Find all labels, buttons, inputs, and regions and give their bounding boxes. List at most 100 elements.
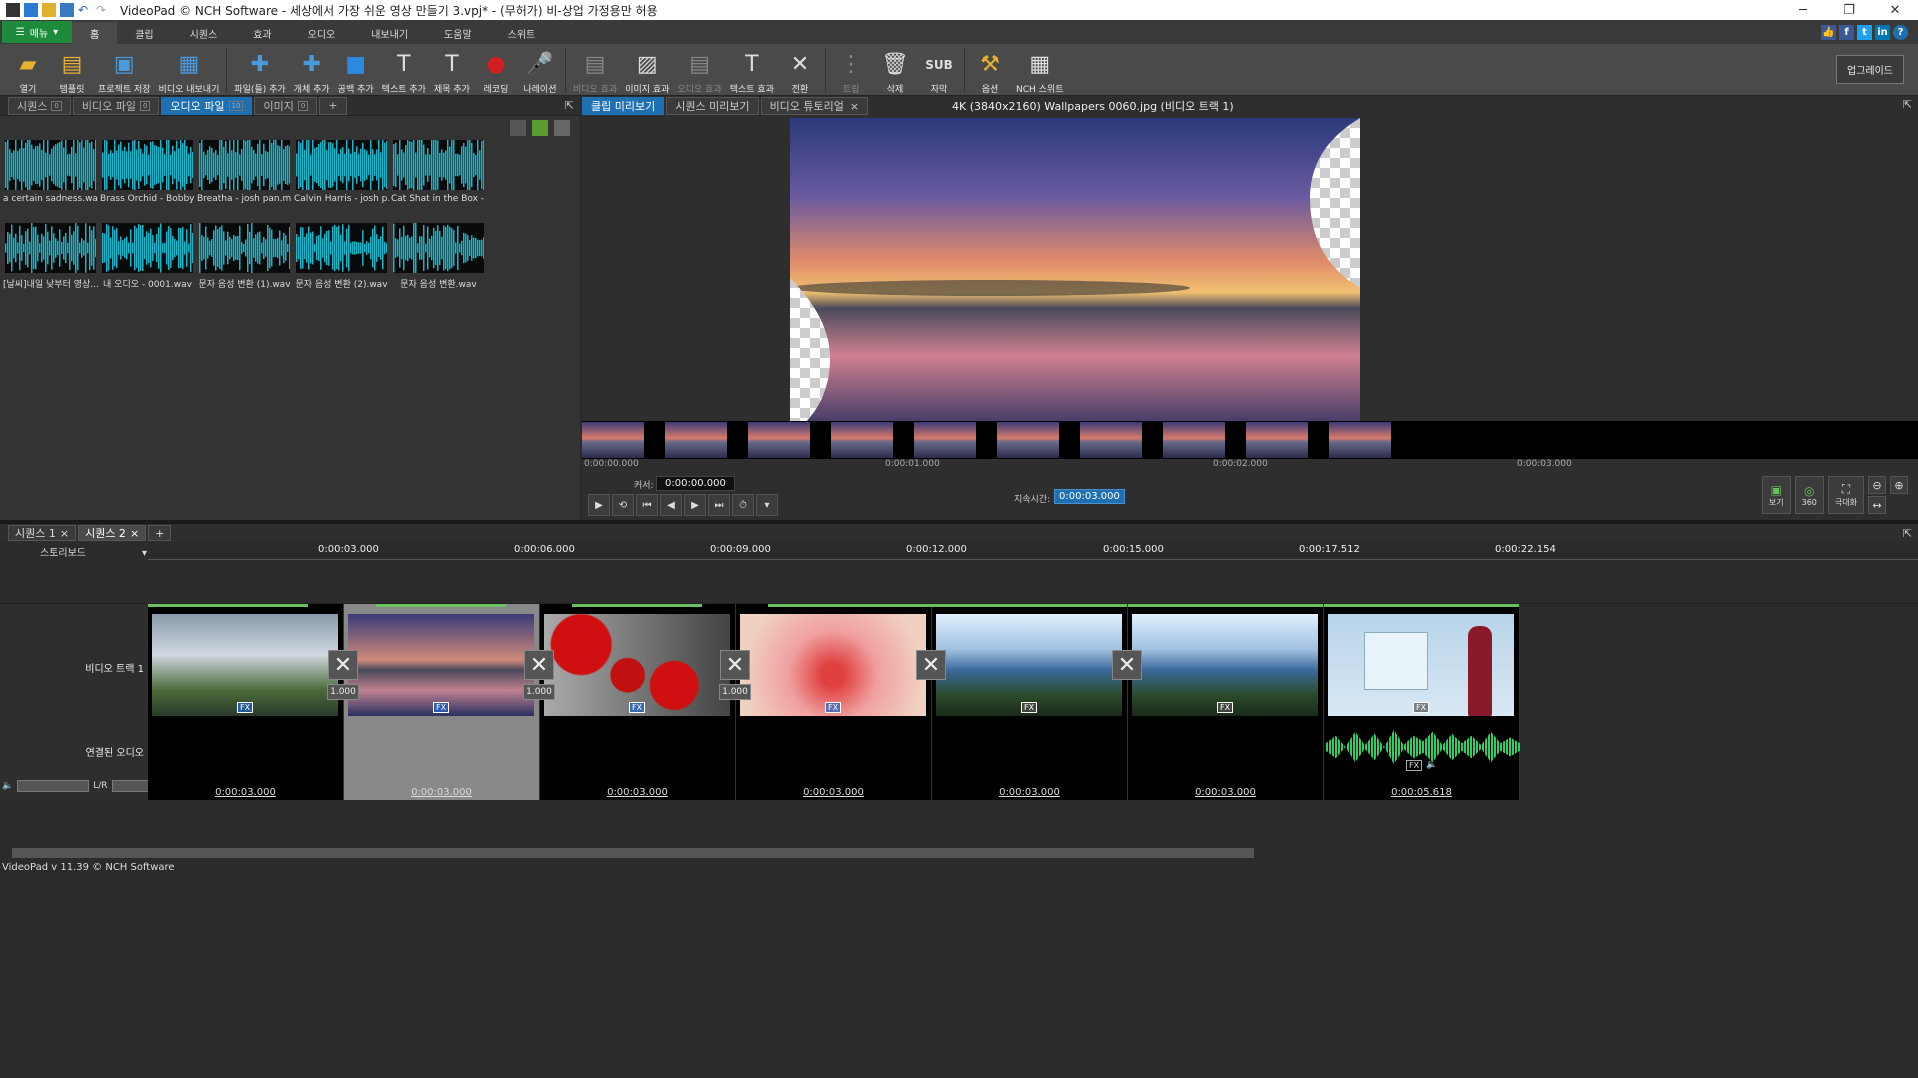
add-object-button[interactable]: ✚ 개체 추가 <box>290 45 334 95</box>
audio-effects-button[interactable]: ▤ 오디오 효과 <box>673 45 725 95</box>
tab-video-files[interactable]: 비디오 파일 0 <box>72 96 160 115</box>
clip-duration[interactable]: 0:00:03.000 <box>344 787 539 798</box>
upgrade-button[interactable]: 업그레이드 <box>1836 55 1904 84</box>
tab-audio-files[interactable]: 오디오 파일 10 <box>161 96 253 115</box>
linkedin-icon[interactable]: in <box>1875 24 1890 40</box>
timeline-scrollbar[interactable] <box>0 846 1918 860</box>
transition-duration[interactable]: 1.000 <box>719 684 751 700</box>
tab-help[interactable]: 도움말 <box>426 22 490 44</box>
skip-end-icon[interactable]: ⏭ <box>708 494 730 516</box>
preview-ruler[interactable]: 0:00:00.000 0:00:01.000 0:00:02.000 0:00… <box>582 459 1918 471</box>
overlay-track[interactable] <box>0 560 1918 604</box>
record-button[interactable]: ● 레코딩 <box>474 45 518 95</box>
add-title-button[interactable]: T 제목 추가 <box>430 45 474 95</box>
delete-button[interactable]: 🗑 삭제 <box>873 45 917 95</box>
list-view-icon[interactable] <box>554 120 570 136</box>
tab-home[interactable]: 홈 <box>72 22 118 44</box>
close-icon[interactable]: × <box>130 527 139 540</box>
tab-clip[interactable]: 클립 <box>117 22 171 44</box>
balance-slider[interactable] <box>111 780 150 792</box>
close-icon[interactable]: × <box>60 527 69 540</box>
text-effects-button[interactable]: T 텍스트 효과 <box>726 45 778 95</box>
subtitle-button[interactable]: SUB 자막 <box>917 45 961 95</box>
bin-clip[interactable]: Calvin Harris - josh p... <box>293 140 390 217</box>
zoom-out-icon[interactable]: ⊖ <box>1868 476 1886 494</box>
fx-badge[interactable]: FX <box>237 702 254 713</box>
save-icon[interactable] <box>60 3 74 17</box>
trim-button[interactable]: ⋮ 트림 <box>829 45 873 95</box>
close-button[interactable]: ✕ <box>1872 3 1918 18</box>
clip-duration[interactable]: 0:00:03.000 <box>932 787 1127 798</box>
timeline-clip[interactable]: FX 0:00:03.000 <box>736 604 932 800</box>
clip-duration[interactable]: 0:00:03.000 <box>148 787 343 798</box>
bin-clip[interactable]: 문자 음성 변환.wav <box>390 223 487 300</box>
tab-audio[interactable]: 오디오 <box>290 22 354 44</box>
skip-start-icon[interactable]: ⏮ <box>636 494 658 516</box>
timeline-clip[interactable]: FX 0:00:03.000 <box>540 604 736 800</box>
linked-audio-waveform[interactable] <box>1326 729 1520 765</box>
narration-button[interactable]: 🎤 나레이션 <box>518 45 562 95</box>
tab-sequences[interactable]: 시퀀스 0 <box>8 96 71 115</box>
transition-icon[interactable]: ✕ <box>1112 650 1142 680</box>
fx-badge[interactable]: FX <box>1413 702 1430 713</box>
bin-clip[interactable]: Breatha - josh pan.mp3 <box>196 140 293 217</box>
transition-button[interactable]: ✕ 전환 <box>778 45 822 95</box>
timeline-ruler[interactable]: 0:00:03.000 0:00:06.000 0:00:09.000 0:00… <box>148 542 1918 560</box>
tab-suite[interactable]: 스위트 <box>490 22 554 44</box>
nch-suite-button[interactable]: ▦ NCH 스위트 <box>1012 45 1068 95</box>
undock-icon[interactable]: ⇱ <box>565 99 574 112</box>
export-video-button[interactable]: ▦ 비디오 내보내기 <box>155 45 224 95</box>
bin-clip[interactable]: 문자 음성 변환 (2).wav <box>293 223 390 300</box>
zoom-in-icon[interactable]: ⊕ <box>1890 476 1908 494</box>
facebook-icon[interactable]: f <box>1839 24 1854 40</box>
fx-badge[interactable]: FX <box>433 702 450 713</box>
transition-icon[interactable]: ✕ <box>916 650 946 680</box>
add-sequence-button[interactable]: + <box>148 525 172 541</box>
image-effects-button[interactable]: ▨ 이미지 효과 <box>621 45 673 95</box>
speed-icon[interactable]: ⏱ <box>732 494 754 516</box>
tab-effects[interactable]: 효과 <box>235 22 289 44</box>
transition-icon[interactable]: ✕ <box>720 650 750 680</box>
new-project-icon[interactable] <box>24 3 38 17</box>
add-blank-button[interactable]: ■ 공백 추가 <box>334 45 378 95</box>
step-forward-icon[interactable]: ▶ <box>684 494 706 516</box>
template-button[interactable]: ▤ 템플릿 <box>50 45 94 95</box>
audio-fx-icon[interactable]: FX <box>1406 760 1423 771</box>
bin-clip[interactable]: a certain sadness.wav <box>2 140 99 217</box>
play-icon[interactable]: ▶ <box>588 494 610 516</box>
video-effects-button[interactable]: ▤ 비디오 효과 <box>569 45 621 95</box>
view-360-button[interactable]: ◎ 360 <box>1794 476 1824 514</box>
timeline-clip[interactable]: FX FX 🔈 0:00:05.618 <box>1324 604 1520 800</box>
tab-sequence-1[interactable]: 시퀀스 1 × <box>8 525 77 541</box>
fx-badge[interactable]: FX <box>1021 702 1038 713</box>
bin-clip[interactable]: Cat Shat in the Box - j... <box>390 140 487 217</box>
fullscreen-button[interactable]: ⛶ 극대화 <box>1827 476 1864 514</box>
bin-clip[interactable]: Brass Orchid - Bobby ... <box>99 140 196 217</box>
cursor-value[interactable]: 0:00:00.000 <box>656 476 735 491</box>
bin-clip[interactable]: 문자 음성 변환 (1).wav <box>196 223 293 300</box>
transition-icon[interactable]: ✕ <box>328 650 358 680</box>
clip-duration[interactable]: 0:00:03.000 <box>1128 787 1323 798</box>
redo-icon[interactable]: ↷ <box>96 3 110 17</box>
open-icon[interactable] <box>42 3 56 17</box>
tab-clip-preview[interactable]: 클립 미리보기 <box>582 97 665 115</box>
tab-sequence-2[interactable]: 시퀀스 2 × <box>78 525 147 541</box>
tab-sequence-preview[interactable]: 시퀀스 미리보기 <box>666 97 759 115</box>
timeline-clip[interactable]: FX 0:00:03.000 <box>1128 604 1324 800</box>
fx-badge[interactable]: FX <box>825 702 842 713</box>
tab-export[interactable]: 내보내기 <box>353 22 426 44</box>
fx-badge[interactable]: FX <box>629 702 646 713</box>
view-mode-select[interactable]: 스토리보드 ▾ <box>40 544 147 559</box>
volume-slider[interactable] <box>17 780 90 792</box>
add-files-button[interactable]: ✚ 파일(들) 추가 <box>230 45 289 95</box>
clip-duration[interactable]: 0:00:05.618 <box>1324 787 1519 798</box>
tab-video-tutorial[interactable]: 비디오 튜토리얼 × <box>760 97 869 115</box>
help-icon[interactable]: ? <box>1893 24 1908 40</box>
menu-button[interactable]: ☰ 메뉴 ▾ <box>2 21 72 43</box>
tab-images[interactable]: 이미지 0 <box>254 96 318 115</box>
volume-icon[interactable]: 🔈 <box>2 781 13 791</box>
undock-icon[interactable]: ⇱ <box>1903 98 1912 111</box>
scrollbar-thumb[interactable] <box>12 848 1254 858</box>
timeline-clip[interactable]: FX 0:00:03.000 <box>148 604 344 800</box>
undo-icon[interactable]: ↶ <box>78 3 92 17</box>
